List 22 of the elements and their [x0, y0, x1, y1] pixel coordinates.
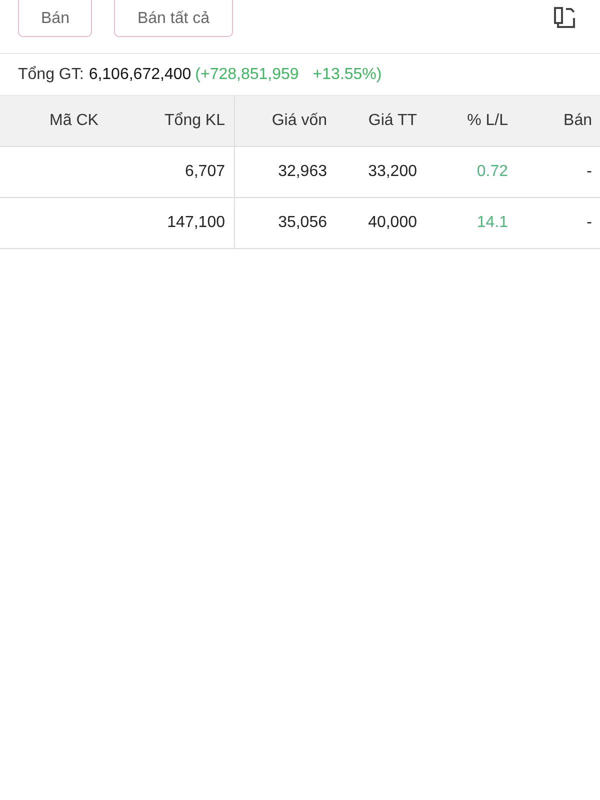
total-change: (+728,851,959: [195, 66, 299, 84]
total-percent: +13.55%): [312, 66, 382, 84]
table-cell-text: 32,963: [277, 163, 328, 181]
table-cell: 147,100: [148, 198, 235, 248]
table-cell-text: 14.1: [476, 214, 509, 232]
column-header: Giá vốn: [270, 112, 328, 130]
table-cell-text: 33,200: [367, 163, 418, 181]
total-label: Tổng GT:: [18, 66, 84, 84]
column-header: Mã CK: [48, 112, 100, 130]
table-cell: 6,707: [148, 147, 235, 197]
table-cell-text: 0.72: [476, 163, 509, 181]
column-header: Giá TT: [367, 112, 418, 130]
sell-button[interactable]: Bán: [18, 0, 92, 37]
sell-button[interactable]: Bán tất cả: [114, 0, 233, 37]
column-header: % L/L: [466, 112, 509, 130]
total-value: 6,106,672,400: [88, 66, 192, 84]
column-header: Bán: [562, 112, 593, 130]
table-cell-text: -: [586, 163, 593, 181]
table-cell-text: 40,000: [367, 214, 418, 232]
column-header: Tổng KL: [148, 96, 235, 146]
table-cell-text: 35,056: [277, 214, 328, 232]
table-cell-text: -: [586, 214, 593, 232]
